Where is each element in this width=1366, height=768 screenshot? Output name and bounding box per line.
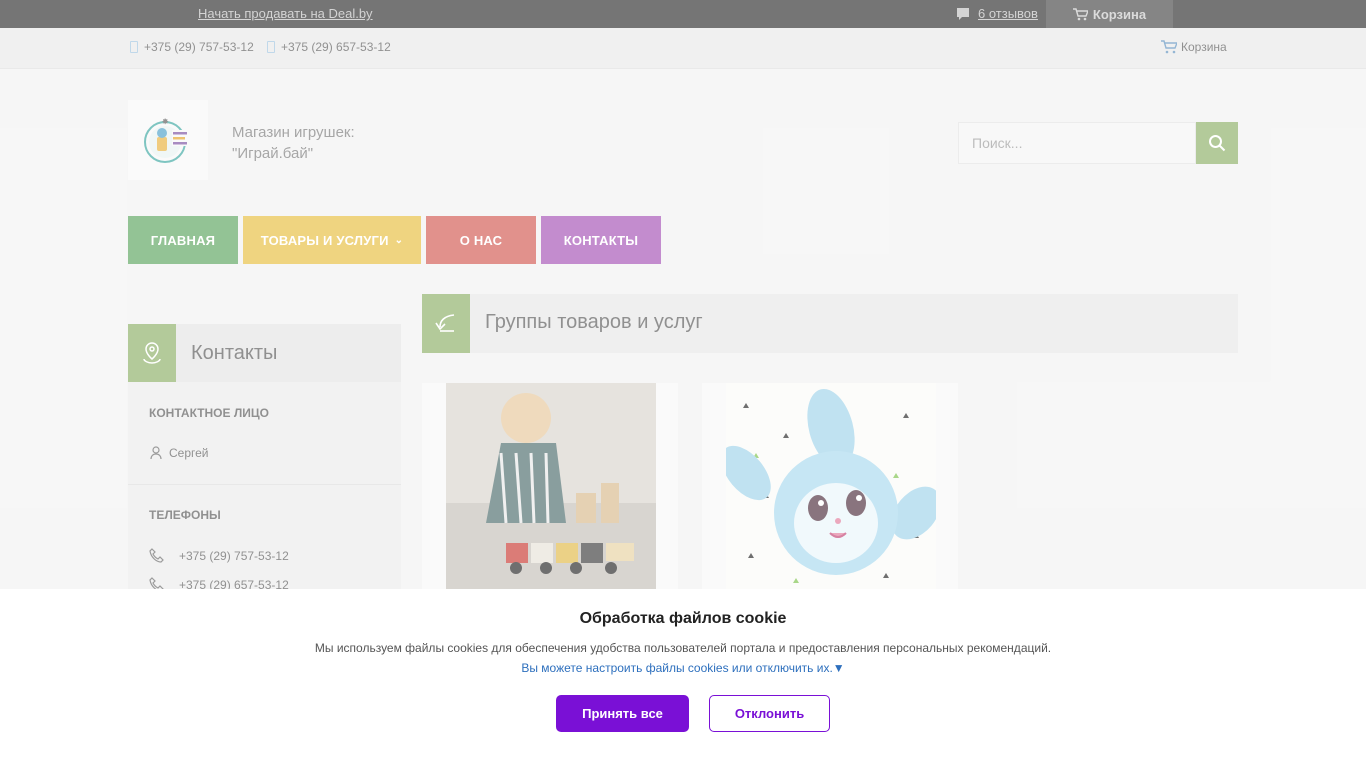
cookie-text: Мы используем файлы cookies для обеспече…: [314, 641, 1052, 655]
cookie-banner: Обработка файлов cookie Мы используем фа…: [0, 589, 1366, 768]
page-dim-overlay: [0, 0, 1366, 589]
cookie-title: Обработка файлов cookie: [579, 610, 787, 627]
decline-cookies-button[interactable]: Отклонить: [709, 695, 830, 732]
accept-cookies-button[interactable]: Принять все: [556, 695, 689, 732]
cookie-settings-link[interactable]: Вы можете настроить файлы cookies или от…: [0, 661, 1366, 675]
